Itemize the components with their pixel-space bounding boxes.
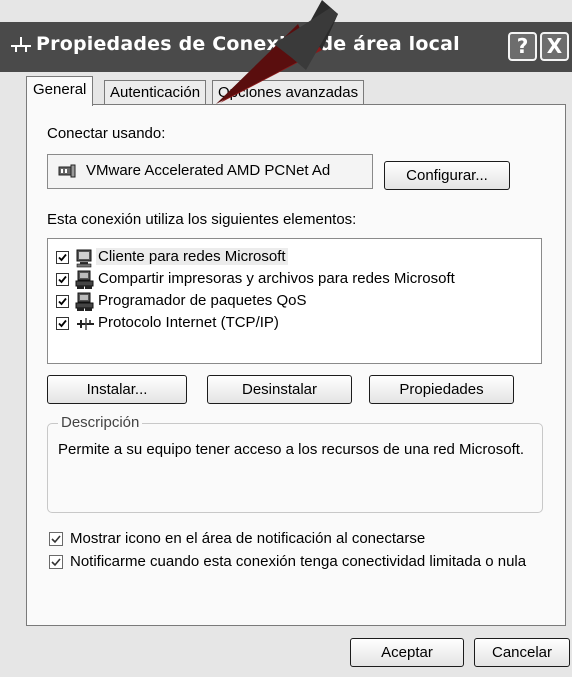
component-checkbox[interactable] <box>56 273 69 286</box>
component-checkbox[interactable] <box>56 317 69 330</box>
adapter-name: VMware Accelerated AMD PCNet Ad <box>86 162 331 179</box>
description-group-label: Descripción <box>58 414 143 431</box>
description-text: Permite a su equipo tener acceso a los r… <box>58 441 525 458</box>
properties-dialog: Propiedades de Conexión de área local ? … <box>0 0 572 677</box>
protocol-icon <box>75 314 95 334</box>
show-icon-label: Mostrar icono en el área de notificación… <box>70 530 426 547</box>
component-label: Protocolo Internet (TCP/IP) <box>98 314 279 331</box>
notify-label: Notificarme cuando esta conexión tenga c… <box>70 553 527 570</box>
component-label: Cliente para redes Microsoft <box>96 248 288 265</box>
tab-general[interactable]: General <box>26 76 94 106</box>
tab-autenticacion[interactable]: Autenticación <box>104 80 207 104</box>
window-title: Propiedades de Conexión de área local <box>36 33 460 55</box>
notify-checkbox[interactable] <box>49 555 63 569</box>
help-button[interactable]: ? <box>508 32 537 61</box>
configure-button[interactable]: Configurar... <box>384 161 510 190</box>
component-checkbox[interactable] <box>56 251 69 264</box>
file-printer-sharing-icon <box>75 270 95 290</box>
component-label: Compartir impresoras y archivos para red… <box>98 270 455 287</box>
component-label: Programador de paquetes QoS <box>98 292 307 309</box>
network-adapter-icon <box>58 164 76 178</box>
general-tab-panel: Conectar usando: VMware Accelerated AMD … <box>26 104 566 626</box>
components-list[interactable]: Cliente para redes Microsoft Compartir i… <box>47 238 542 364</box>
connect-using-label: Conectar usando: <box>47 125 166 142</box>
component-checkbox[interactable] <box>56 295 69 308</box>
adapter-field[interactable]: VMware Accelerated AMD PCNet Ad <box>47 154 373 189</box>
qos-scheduler-icon <box>75 292 95 312</box>
show-icon-checkbox[interactable] <box>49 532 63 546</box>
tab-opciones-avanzadas[interactable]: Opciones avanzadas <box>212 80 365 104</box>
network-client-icon <box>75 248 95 268</box>
uninstall-button[interactable]: Desinstalar <box>207 375 352 404</box>
description-group: Descripción Permite a su equipo tener ac… <box>47 414 543 513</box>
ok-button[interactable]: Aceptar <box>350 638 464 667</box>
install-button[interactable]: Instalar... <box>47 375 187 404</box>
title-bar[interactable]: Propiedades de Conexión de área local ? … <box>0 22 572 72</box>
properties-button[interactable]: Propiedades <box>369 375 514 404</box>
components-label: Esta conexión utiliza los siguientes ele… <box>47 211 357 228</box>
close-button[interactable]: X <box>540 32 569 61</box>
network-connection-icon <box>10 33 32 55</box>
cancel-button[interactable]: Cancelar <box>474 638 570 667</box>
